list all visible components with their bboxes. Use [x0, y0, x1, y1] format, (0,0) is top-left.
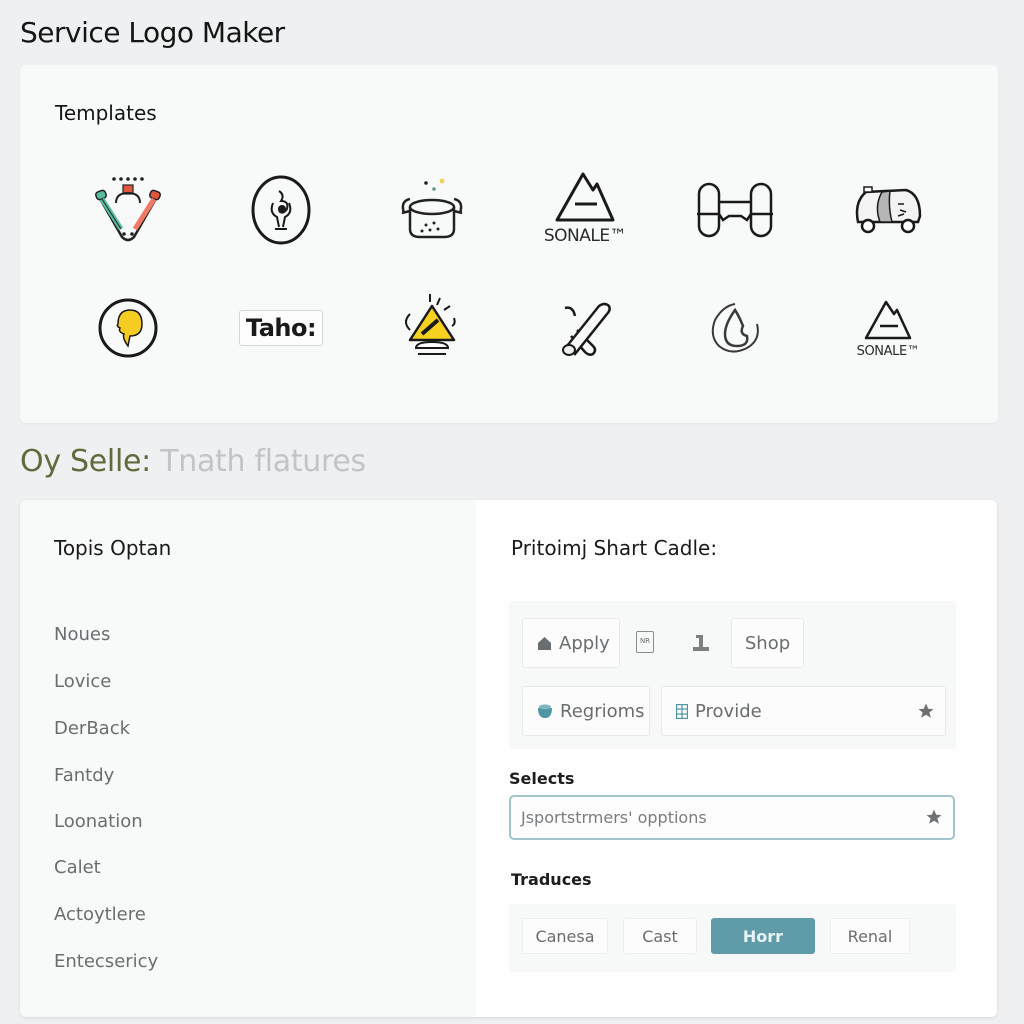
vehicle-icon — [855, 186, 922, 234]
template-pot-logo[interactable] — [377, 160, 487, 260]
provide-field[interactable]: Provide — [661, 686, 946, 736]
option-item[interactable]: Fantdy — [54, 765, 114, 786]
template-crossed-tools-logo[interactable] — [530, 278, 640, 378]
pot-icon — [401, 178, 463, 239]
template-tools-v-logo[interactable] — [73, 160, 183, 260]
template-mountain-logo[interactable]: SONALE™ — [530, 157, 640, 257]
option-item[interactable]: Loonation — [54, 811, 143, 832]
toolbar: Apply NR Shop Regrioms Provide — [509, 601, 956, 749]
option-item[interactable]: Calet — [54, 857, 101, 878]
chip-cast[interactable]: Cast — [623, 918, 697, 954]
option-item[interactable]: Actoytlere — [54, 904, 146, 925]
wordmark-text: Taho: — [238, 310, 324, 346]
star-icon[interactable] — [917, 702, 935, 725]
template-drop-logo[interactable] — [680, 278, 790, 378]
mountain-small-label: SONALE™ — [856, 343, 920, 359]
mountain-small-icon — [864, 300, 912, 339]
tools-v-icon — [95, 177, 161, 242]
settings-pane: Pritoimj Shart Cadle: Apply NR Shop Regr… — [476, 500, 997, 1017]
provide-label: Provide — [695, 700, 762, 722]
stamp-button[interactable] — [689, 631, 713, 655]
stamp-icon — [693, 635, 709, 651]
chip-canesa[interactable]: Canesa — [522, 918, 608, 954]
template-wordmark-logo[interactable]: Taho: — [226, 278, 336, 378]
shop-button[interactable]: Shop — [731, 618, 804, 668]
traduces-group: Canesa Cast Horr Renal — [509, 904, 956, 972]
document-badge-button[interactable]: NR — [633, 629, 657, 655]
option-item[interactable]: Noues — [54, 624, 110, 645]
home-icon — [537, 636, 552, 651]
option-item[interactable]: Lovice — [54, 671, 111, 692]
drop-icon — [711, 303, 759, 353]
selects-label: Selects — [509, 769, 575, 788]
regions-button[interactable]: Regrioms — [522, 686, 650, 736]
section-heading-muted: Tnath flatures — [160, 444, 366, 479]
traduces-label: Traduces — [511, 870, 592, 889]
grid-icon — [676, 703, 688, 719]
dumbbell-frame-icon — [697, 182, 773, 238]
mountain-icon — [555, 172, 615, 222]
templates-title: Templates — [55, 101, 157, 125]
warning-sign-icon — [405, 294, 456, 355]
apply-label: Apply — [559, 632, 610, 654]
option-item[interactable]: DerBack — [54, 718, 130, 739]
template-dumbbell-frame-logo[interactable] — [680, 160, 790, 260]
shield-bowl-icon — [537, 703, 553, 719]
chip-renal[interactable]: Renal — [830, 918, 910, 954]
selects-dropdown[interactable]: Jsportstrmers' opptions — [509, 795, 955, 840]
template-warning-sign-logo[interactable] — [377, 278, 487, 378]
app-title: Service Logo Maker — [20, 16, 285, 49]
chip-horr[interactable]: Horr — [711, 918, 815, 954]
crossed-tools-icon — [562, 302, 611, 356]
star-icon[interactable] — [925, 808, 943, 830]
template-mountain-logo-small[interactable]: SONALE™ — [833, 278, 943, 378]
template-emblem-oval-logo[interactable] — [226, 160, 336, 260]
settings-title: Pritoimj Shart Cadle: — [511, 536, 718, 560]
template-vehicle-logo[interactable] — [833, 160, 943, 260]
yellow-circle-icon — [98, 298, 158, 358]
regions-label: Regrioms — [560, 700, 645, 722]
selects-value: Jsportstrmers' opptions — [521, 808, 707, 827]
shop-label: Shop — [744, 632, 791, 654]
templates-card: Templates SONALE™ Taho: SONALE™ — [20, 65, 998, 423]
option-item[interactable]: Entecsericy — [54, 951, 158, 972]
emblem-oval-icon — [251, 175, 311, 245]
document-badge-icon: NR — [636, 631, 654, 653]
options-title: Topis Optan — [54, 536, 172, 560]
mountain-logo-label: SONALE™ — [543, 226, 627, 246]
apply-button[interactable]: Apply — [522, 618, 620, 668]
options-pane: Topis Optan Noues Lovice DerBack Fantdy … — [20, 500, 476, 1017]
section-heading: Oy Selle: Tnath flatures — [20, 444, 366, 479]
section-heading-accent: Oy Selle: — [20, 444, 151, 479]
template-yellow-circle-logo[interactable] — [73, 278, 183, 378]
features-card: Topis Optan Noues Lovice DerBack Fantdy … — [20, 500, 997, 1017]
